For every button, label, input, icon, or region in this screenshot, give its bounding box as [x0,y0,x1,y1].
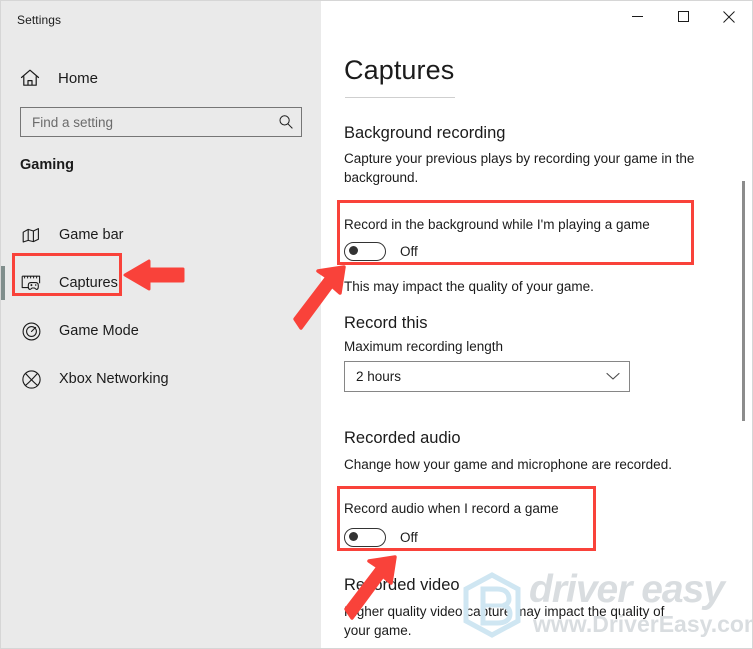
scrollbar-thumb[interactable] [742,181,745,421]
background-recording-toggle-state: Off [400,244,418,259]
sidebar-group-header: Gaming [20,157,74,173]
dropdown-selected-value: 2 hours [356,369,402,384]
search-icon [279,115,293,129]
record-audio-toggle-label: Record audio when I record a game [344,501,559,516]
search-box[interactable] [20,107,302,137]
content-pane: Captures Background recording Capture yo… [322,39,752,648]
sidebar-item-game-mode[interactable]: Game Mode [1,307,321,355]
sidebar: Home Gaming Game [1,39,321,648]
maximum-recording-length-dropdown[interactable]: 2 hours [344,361,630,392]
background-recording-toggle[interactable] [344,242,386,261]
background-recording-footnote: This may impact the quality of your game… [344,279,594,294]
toggle-knob [349,532,358,542]
xbox-icon [19,368,43,390]
captures-icon [19,272,43,294]
background-recording-toggle-label: Record in the background while I'm playi… [344,217,650,232]
minimize-icon [631,16,643,17]
record-audio-toggle[interactable] [344,528,386,547]
home-icon [19,68,41,88]
close-icon [723,10,735,23]
section-description-recorded-audio: Change how your game and microphone are … [344,457,672,472]
sidebar-item-label: Game Mode [59,323,139,339]
section-heading-recorded-video: Recorded video [344,576,460,594]
game-mode-icon [19,320,43,342]
sidebar-item-label: Xbox Networking [59,371,169,387]
section-heading-background-recording: Background recording [344,124,506,142]
record-audio-toggle-state: Off [400,530,418,545]
title-divider [345,97,455,98]
sidebar-item-home[interactable]: Home [1,62,321,94]
record-audio-toggle-row: Off [344,528,418,547]
sidebar-item-captures[interactable]: Captures [1,259,321,307]
close-button[interactable] [706,1,752,32]
home-label: Home [58,69,99,87]
content-scrollbar[interactable] [736,39,751,648]
section-description-recorded-video: Higher quality video capture may impact … [344,604,665,638]
sidebar-nav-list: Game bar Captures Game Mode Xbox Network… [1,211,321,403]
page-title: Captures [344,55,455,85]
toggle-knob [349,246,358,256]
maximum-recording-length-label: Maximum recording length [344,339,504,354]
chevron-down-icon [606,368,620,386]
settings-window: Settings Home Find a setting Gaming Game… [0,0,753,649]
maximize-icon [677,11,689,22]
title-bar-left: Settings [1,1,321,39]
search-button[interactable] [271,108,301,136]
minimize-button[interactable] [614,1,660,32]
window-controls [321,1,752,39]
sidebar-item-label: Captures [59,275,118,291]
section-heading-recorded-audio: Recorded audio [344,429,461,447]
game-bar-icon [19,224,43,246]
window-title: Settings [17,13,62,27]
section-heading-record-this: Record this [344,314,428,332]
title-bar: Settings [1,1,752,39]
sidebar-item-xbox-networking[interactable]: Xbox Networking [1,355,321,403]
sidebar-item-label: Game bar [59,227,124,243]
section-description-background-recording: Capture your previous plays by recording… [344,151,695,185]
search-input[interactable] [21,114,271,130]
maximize-button[interactable] [660,1,706,32]
sidebar-item-game-bar[interactable]: Game bar [1,211,321,259]
background-recording-toggle-row: Off [344,242,418,261]
